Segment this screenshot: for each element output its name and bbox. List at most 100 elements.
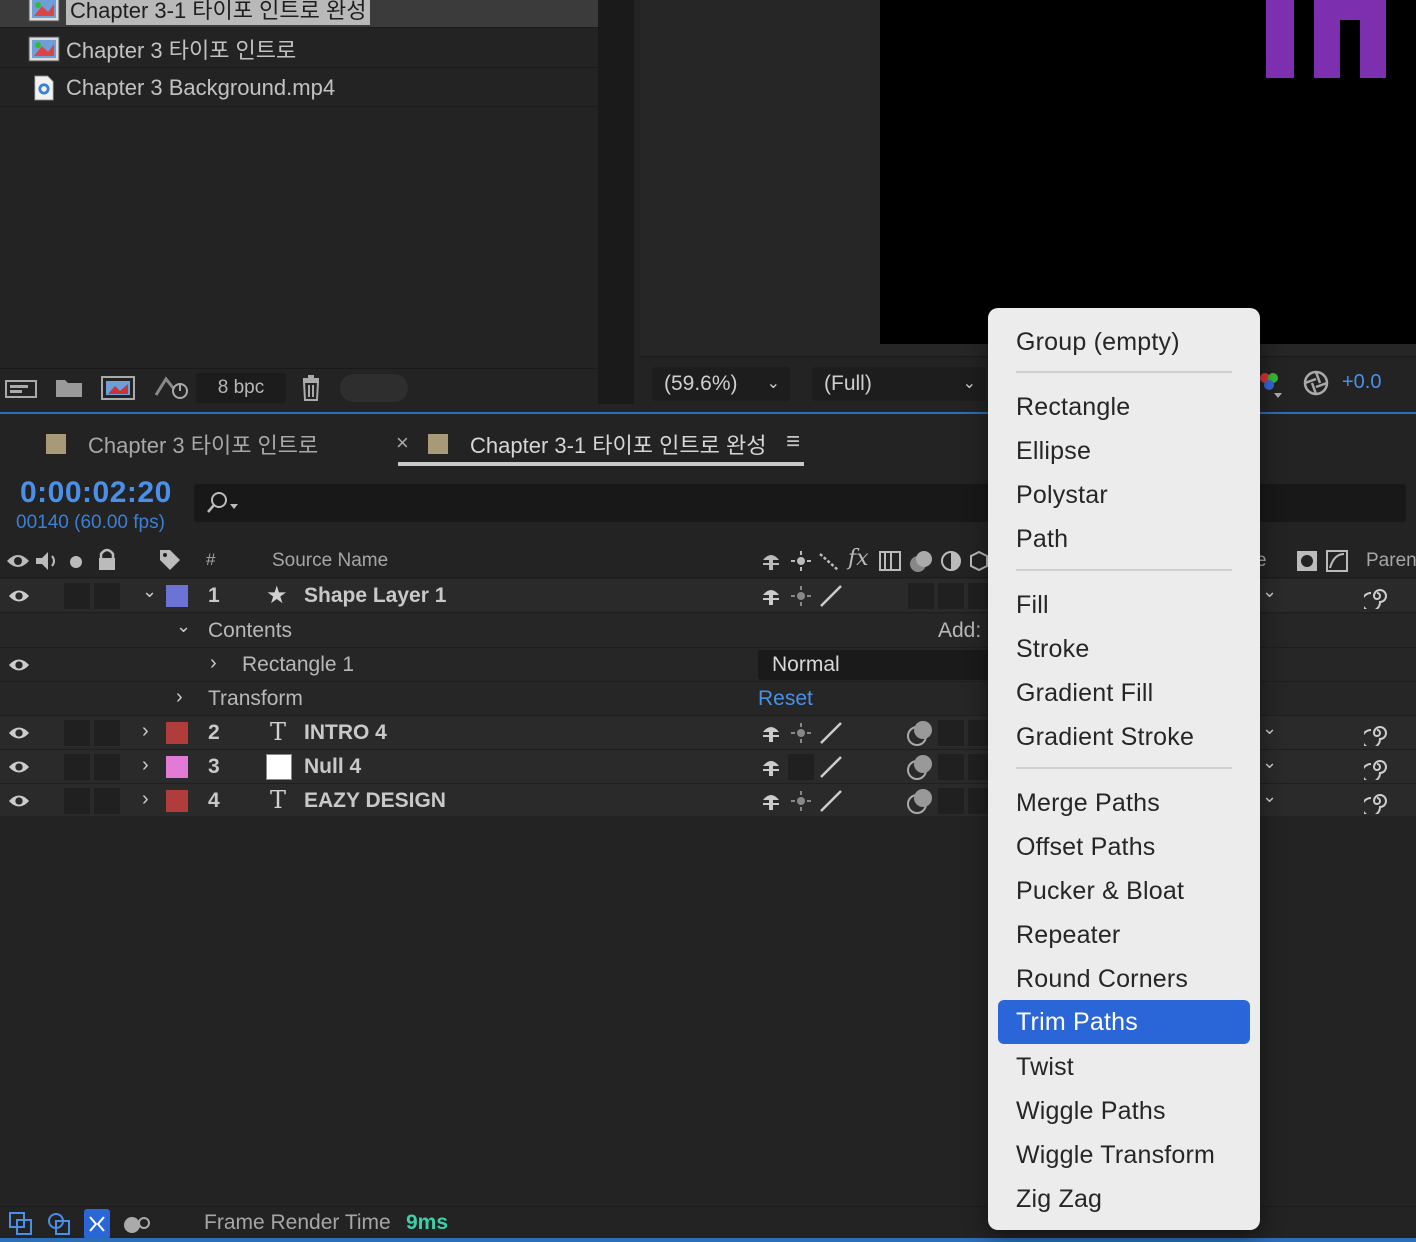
collapse-transform-icon[interactable] <box>790 722 812 744</box>
eye-icon[interactable] <box>8 724 30 742</box>
menu-item-offset-paths[interactable]: Offset Paths <box>998 825 1250 869</box>
new-composition-icon[interactable] <box>100 375 136 401</box>
menu-item-group-empty[interactable]: Group (empty) <box>998 320 1250 364</box>
panel-menu-icon[interactable]: ≡ <box>786 428 800 456</box>
reset-link[interactable]: Reset <box>758 687 813 711</box>
menu-item-twist[interactable]: Twist <box>998 1045 1250 1089</box>
menu-item-merge-paths[interactable]: Merge Paths <box>998 781 1250 825</box>
layer-label-color[interactable] <box>166 585 188 607</box>
current-time-display[interactable]: 0:00:02:20 <box>20 476 172 510</box>
menu-item-round-corners[interactable]: Round Corners <box>998 957 1250 1001</box>
eye-icon[interactable] <box>8 758 30 776</box>
solo-toggle[interactable] <box>64 583 90 609</box>
menu-item-wiggle-transform[interactable]: Wiggle Transform <box>998 1133 1250 1177</box>
chevron-right-icon[interactable]: › <box>142 754 149 777</box>
add-menu-button[interactable]: Add: <box>938 619 981 643</box>
menu-item-zig-zag[interactable]: Zig Zag <box>998 1177 1250 1221</box>
shy-icon[interactable] <box>760 756 782 778</box>
motion-blur-icon[interactable] <box>906 718 936 748</box>
layer-name[interactable]: INTRO 4 <box>304 721 387 745</box>
menu-item-wiggle-paths[interactable]: Wiggle Paths <box>998 1089 1250 1133</box>
menu-item-stroke[interactable]: Stroke <box>998 627 1250 671</box>
layer-switches-icon[interactable] <box>46 1211 72 1237</box>
collapse-transform-toggle[interactable] <box>788 754 814 780</box>
motion-blur-icon[interactable] <box>906 752 936 782</box>
interpret-footage-icon[interactable] <box>4 375 38 401</box>
adjustment-toggle[interactable] <box>938 788 964 814</box>
frame-blend-icon[interactable] <box>878 550 902 572</box>
menu-item-rectangle[interactable]: Rectangle <box>998 385 1250 429</box>
eye-icon[interactable] <box>6 552 30 570</box>
menu-item-polystar[interactable]: Polystar <box>998 473 1250 517</box>
quality-icon[interactable] <box>818 788 844 814</box>
shy-icon[interactable] <box>760 550 782 572</box>
layer-label-color[interactable] <box>166 756 188 778</box>
project-item-comp-3[interactable]: Chapter 3 타이포 인트로 <box>0 30 598 68</box>
lock-icon[interactable] <box>96 548 118 572</box>
tab-chapter-3-1[interactable]: Chapter 3-1 타이포 인트로 완성 <box>428 428 766 460</box>
menu-item-gradient-stroke[interactable]: Gradient Stroke <box>998 715 1250 759</box>
new-folder-icon[interactable] <box>54 375 84 401</box>
shy-icon[interactable] <box>760 790 782 812</box>
rectangle-label[interactable]: Rectangle 1 <box>242 653 354 677</box>
menu-item-gradient-fill[interactable]: Gradient Fill <box>998 671 1250 715</box>
layer-name[interactable]: EAZY DESIGN <box>304 789 446 813</box>
close-icon[interactable]: × <box>396 430 409 456</box>
layer-name[interactable]: Null 4 <box>304 755 361 779</box>
source-name-column-header[interactable]: Source Name <box>272 550 388 572</box>
chevron-right-icon[interactable]: › <box>210 652 217 675</box>
chevron-down-icon[interactable]: ⌄ <box>176 616 191 637</box>
adjustment-toggle[interactable] <box>938 720 964 746</box>
collapse-transform-icon[interactable] <box>790 585 812 607</box>
pickwhip-icon[interactable] <box>1364 754 1390 780</box>
chevron-down-icon[interactable]: ⌄ <box>1262 752 1277 773</box>
label-tag-icon[interactable] <box>158 548 182 572</box>
modes-toggle-icon[interactable] <box>84 1209 110 1239</box>
exposure-value[interactable]: +0.0 <box>1342 371 1381 394</box>
shy-icon[interactable] <box>760 585 782 607</box>
trash-icon[interactable] <box>300 375 322 401</box>
solo-toggle[interactable] <box>64 788 90 814</box>
exposure-reset-icon[interactable] <box>1302 369 1330 397</box>
panel-divider[interactable] <box>598 0 634 404</box>
chevron-down-icon[interactable]: ⌄ <box>1262 786 1277 807</box>
motion-blur-toggle[interactable] <box>908 583 934 609</box>
chevron-down-icon[interactable]: ⌄ <box>142 581 157 602</box>
eye-icon[interactable] <box>8 656 30 674</box>
3d-layer-icon[interactable] <box>970 550 988 572</box>
motion-blur-icon[interactable] <box>908 548 936 574</box>
layer-label-color[interactable] <box>166 722 188 744</box>
audio-icon[interactable] <box>34 550 60 572</box>
quality-icon[interactable] <box>818 720 844 746</box>
project-item-comp-3-1[interactable]: Chapter 3-1 타이포 인트로 완성 <box>0 0 598 28</box>
chevron-down-icon[interactable]: ⌄ <box>1262 718 1277 739</box>
tab-chapter-3[interactable]: Chapter 3 타이포 인트로 <box>46 428 318 460</box>
collapse-transform-icon[interactable] <box>790 550 812 572</box>
pickwhip-icon[interactable] <box>1364 788 1390 814</box>
comp-flowchart-icon[interactable] <box>8 1211 34 1237</box>
track-matte-icon[interactable] <box>1296 550 1318 572</box>
chevron-down-icon[interactable]: ⌄ <box>1262 581 1277 602</box>
solo-icon[interactable] <box>68 554 84 570</box>
preserve-transparency-icon[interactable] <box>1326 550 1348 572</box>
eye-icon[interactable] <box>8 587 30 605</box>
menu-item-ellipse[interactable]: Ellipse <box>998 429 1250 473</box>
adjustment-toggle[interactable] <box>938 583 964 609</box>
chevron-right-icon[interactable]: › <box>142 720 149 743</box>
zoom-dropdown[interactable]: (59.6%) ⌄ <box>652 367 790 401</box>
project-item-background-mp4[interactable]: Chapter 3 Background.mp4 <box>0 69 598 107</box>
shy-icon[interactable] <box>760 722 782 744</box>
render-time-icon[interactable] <box>122 1213 150 1235</box>
quality-icon[interactable] <box>818 583 844 609</box>
project-settings-icon[interactable] <box>152 375 190 401</box>
layer-name[interactable]: Shape Layer 1 <box>304 584 446 608</box>
menu-item-pucker-bloat[interactable]: Pucker & Bloat <box>998 869 1250 913</box>
solo-toggle[interactable] <box>64 754 90 780</box>
bit-depth-button[interactable]: 8 bpc <box>196 373 286 403</box>
menu-item-trim-paths[interactable]: Trim Paths <box>998 1000 1250 1044</box>
quality-icon[interactable] <box>818 754 844 780</box>
lock-toggle[interactable] <box>94 720 120 746</box>
solo-toggle[interactable] <box>64 720 90 746</box>
collapse-transform-icon[interactable] <box>790 790 812 812</box>
menu-item-repeater[interactable]: Repeater <box>998 913 1250 957</box>
